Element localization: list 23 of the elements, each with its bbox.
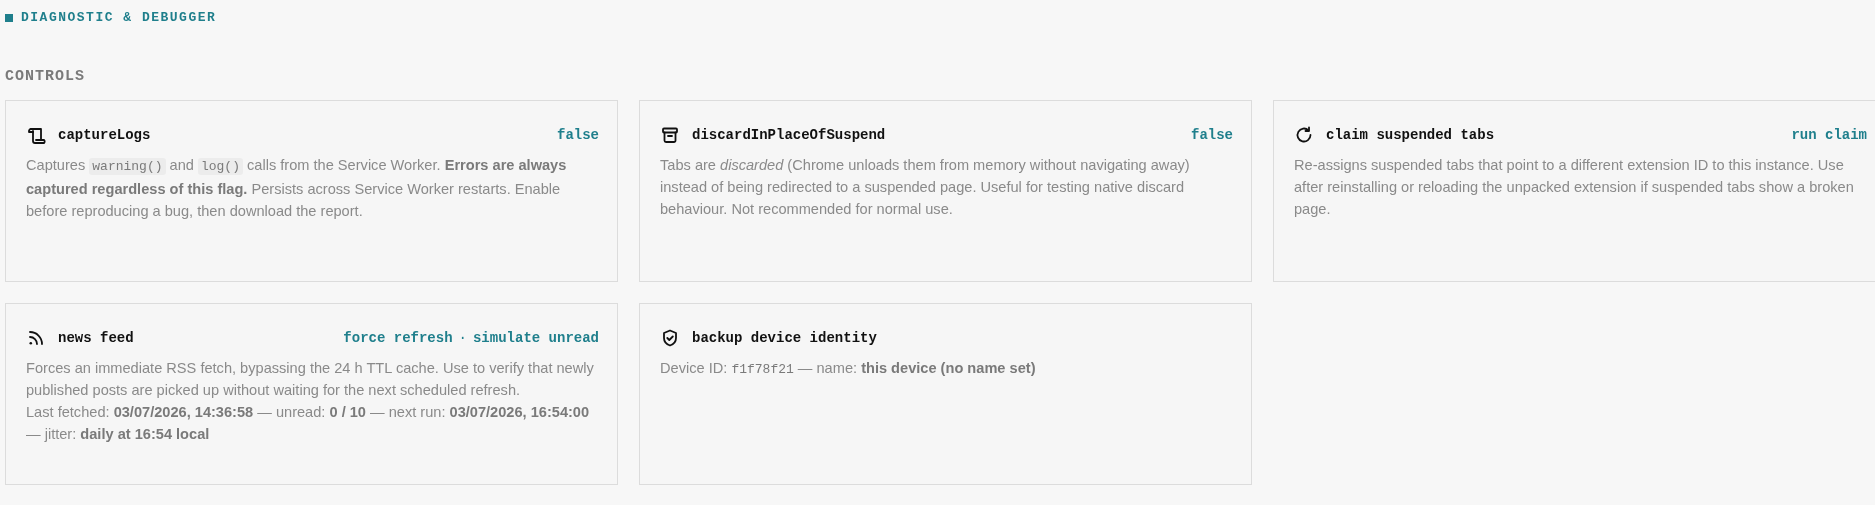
description-text: Forces an immediate RSS fetch, bypassing the 24 h TTL cache. Use to verify that newly published posts are picked up without waiting for the next scheduled refresh.	[26, 358, 595, 400]
flag-value: false	[557, 125, 599, 145]
card-title: news feed	[58, 328, 134, 348]
description-text: Device ID: f1f78f21 — name: this device (no name set)	[660, 358, 1037, 379]
section-label: DIAGNOSTIC & DEBUGGER	[21, 10, 217, 26]
description-text: Captures warning() and log() calls from the Service Worker. Errors are always captured regardless of this flag. Persists across Service Worker restarts. Enable before reproducing a bug, then download the report.	[26, 155, 568, 221]
archive-icon	[660, 125, 680, 146]
group-title: CONTROLS	[5, 67, 85, 86]
card-title: discardInPlaceOfSuspend	[692, 125, 886, 145]
card-title: captureLogs	[58, 125, 151, 145]
description-text: Last fetched: 03/07/2026, 14:36:58 — unread: 0 / 10 — next run: 03/07/2026, 16:54:00 — jitter: daily at 16:54 local	[26, 402, 591, 444]
flag-value: false	[1191, 125, 1233, 145]
section-marker	[5, 13, 13, 22]
separator-dot: ·	[457, 328, 468, 348]
shield-check-icon	[660, 328, 680, 349]
description-text: Re-assigns suspended tabs that point to a different extension ID to this instance. Use after reinstalling or reloading the unpacked extension if suspended tabs show a broken page.	[1294, 155, 1855, 219]
card-title: claim suspended tabs	[1326, 125, 1495, 145]
card-title: backup device identity	[692, 328, 877, 348]
scroll-icon	[26, 125, 46, 146]
action-link[interactable]: run claim	[1791, 124, 1867, 146]
description-text: Tabs are discarded (Chrome unloads them from memory without navigating away) instead of being redirected to a suspended page. Useful for testing native discard behaviour. Not recommended for normal use.	[660, 155, 1191, 219]
action-link[interactable]: simulate unread	[472, 327, 599, 349]
action-link[interactable]: force refresh	[343, 327, 453, 349]
